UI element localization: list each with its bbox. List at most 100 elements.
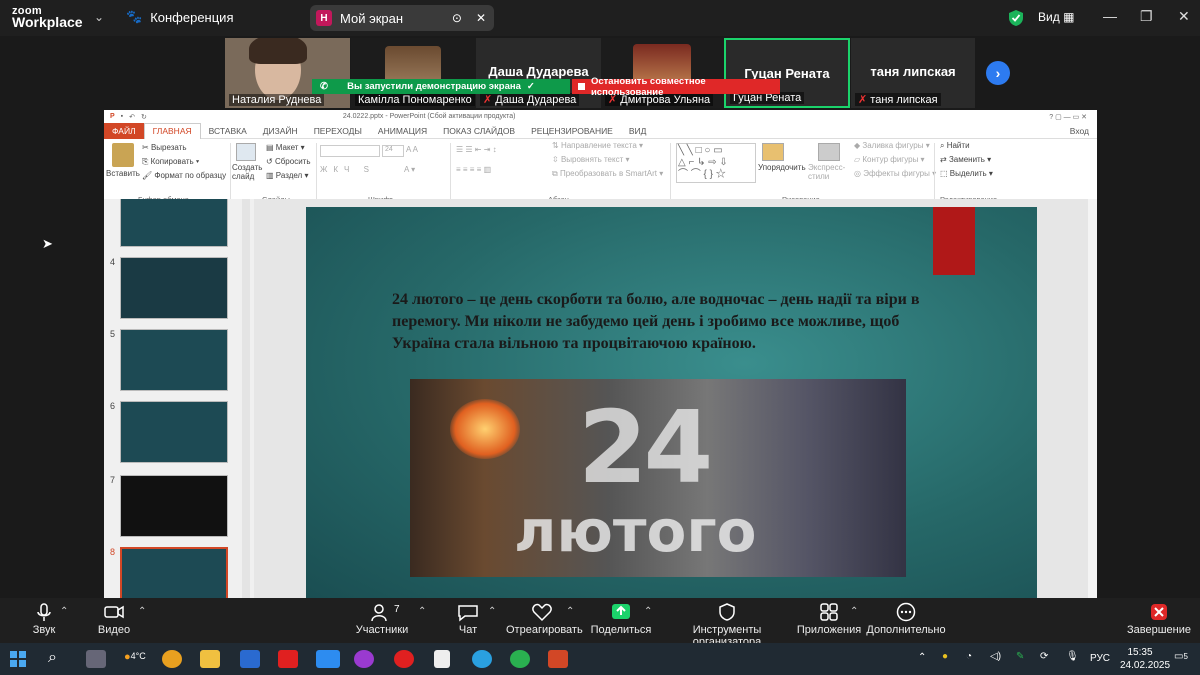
file-explorer-icon[interactable] xyxy=(200,650,220,668)
font-grow-icon[interactable]: A A xyxy=(406,145,418,154)
notification-button[interactable]: ▭5 xyxy=(1174,651,1188,662)
participant-tile[interactable]: таня липская ✗ таня липская xyxy=(851,38,975,108)
slide-thumbnail[interactable] xyxy=(120,257,228,319)
clock[interactable]: 15:35 24.02.2025 xyxy=(1120,646,1170,672)
powerpoint-taskbar-icon[interactable] xyxy=(548,650,568,668)
ppt-window-controls[interactable]: ? ▢ — ▭ ✕ xyxy=(1049,113,1087,121)
thumbnail-scrollbar[interactable] xyxy=(242,199,250,598)
task-view-icon[interactable] xyxy=(86,650,106,668)
participant-tile[interactable]: ✗ Дмитрова Ульяна xyxy=(601,38,724,108)
tray-app-icon[interactable]: ● xyxy=(942,651,948,662)
shape-outline-button[interactable]: ▱ Контур фигуры ▾ xyxy=(854,155,925,164)
browser-icon[interactable] xyxy=(354,650,374,668)
layout-button[interactable]: ▤ Макет ▾ xyxy=(266,143,305,152)
mic-tray-icon[interactable]: 🎙 xyxy=(1066,651,1079,662)
replace-button[interactable]: ⇄ Заменить ▾ xyxy=(940,155,991,164)
quick-styles-icon[interactable] xyxy=(818,143,840,161)
zoom-taskbar-icon[interactable] xyxy=(316,650,340,668)
slide-thumbnail-selected[interactable] xyxy=(120,547,228,598)
app-icon-triangle[interactable] xyxy=(162,650,182,668)
video-options-caret[interactable]: ⌃ xyxy=(138,606,146,617)
tab-file[interactable]: ФАЙЛ xyxy=(104,122,144,139)
share-options-caret[interactable]: ⌃ xyxy=(644,606,652,617)
new-slide-button[interactable]: Создать слайд xyxy=(232,163,262,181)
chevron-down-icon[interactable]: ⌄ xyxy=(94,10,104,24)
stop-share-button[interactable]: Остановить совместное использование xyxy=(572,76,780,98)
slide-thumbnail[interactable] xyxy=(120,401,228,463)
section-button[interactable]: ▥ Раздел ▾ xyxy=(266,171,308,180)
participants-options-caret[interactable]: ⌃ xyxy=(418,606,426,617)
arrange-icon[interactable] xyxy=(762,143,784,161)
close-icon[interactable]: ✕ xyxy=(476,11,486,25)
arrange-button[interactable]: Упорядочить xyxy=(758,163,806,172)
participant-tile-active[interactable]: Гуцан Рената Гуцан Рената xyxy=(724,38,850,108)
participant-tile[interactable]: Даша Дударева ✗ Даша Дударева xyxy=(476,38,601,108)
view-button[interactable]: Вид ▦ xyxy=(1038,10,1074,24)
format-painter-button[interactable]: 🖌 Формат по образцу xyxy=(142,171,226,180)
redo-icon[interactable]: ↻ xyxy=(141,113,147,121)
audio-button[interactable]: Звук xyxy=(24,602,64,636)
font-name-select[interactable] xyxy=(320,145,380,157)
screen-share-tab[interactable]: Н Мой экран ⊙ ✕ xyxy=(310,5,494,31)
font-color-icon[interactable]: A ▾ xyxy=(404,165,415,174)
chat-options-caret[interactable]: ⌃ xyxy=(488,606,496,617)
signin-link[interactable]: Вход xyxy=(1062,126,1097,136)
weather-widget[interactable]: ●4°C xyxy=(124,651,146,663)
share-button[interactable]: Поделиться xyxy=(590,602,652,636)
document-icon[interactable] xyxy=(434,650,450,668)
font-style-buttons[interactable]: ЖКЧ S xyxy=(320,165,375,174)
slide-thumbnail[interactable] xyxy=(120,475,228,537)
conference-menu[interactable]: 🐾 Конференция xyxy=(126,9,233,25)
current-slide[interactable]: 24 лютого – це день скорботи та болю, ал… xyxy=(306,207,1037,598)
telegram-icon[interactable] xyxy=(472,650,492,668)
slide-image[interactable]: 24 лютого xyxy=(410,379,906,577)
chat-button[interactable]: Чат xyxy=(450,602,486,636)
apps-options-caret[interactable]: ⌃ xyxy=(850,606,858,617)
windows-start-icon[interactable] xyxy=(10,651,26,667)
tab-design[interactable]: ДИЗАЙН xyxy=(255,126,306,136)
tab-home[interactable]: ГЛАВНАЯ xyxy=(143,122,201,139)
close-window-button[interactable]: ✕ xyxy=(1178,8,1190,25)
search-icon[interactable]: ⌕ xyxy=(48,649,57,667)
tab-transitions[interactable]: ПЕРЕХОДЫ xyxy=(306,126,370,136)
end-meeting-button[interactable]: Завершение xyxy=(1126,602,1192,636)
tab-insert[interactable]: ВСТАВКА xyxy=(201,126,255,136)
sync-icon[interactable]: ⟳ xyxy=(1040,651,1048,662)
more-button[interactable]: Дополнительно xyxy=(866,602,946,636)
participant-tile[interactable]: Камілла Пономаренко xyxy=(351,38,476,108)
shape-effects-button[interactable]: ◎ Эффекты фигуры ▾ xyxy=(854,169,936,178)
smartart-button[interactable]: ⧉ Преобразовать в SmartArt ▾ xyxy=(552,169,663,179)
new-slide-icon[interactable] xyxy=(236,143,256,161)
video-button[interactable]: Видео xyxy=(96,602,132,636)
audio-options-caret[interactable]: ⌃ xyxy=(60,606,68,617)
text-direction-button[interactable]: ⇅ Направление текста ▾ xyxy=(552,141,643,150)
chrome-icon[interactable] xyxy=(510,650,530,668)
slide-scrollbar[interactable] xyxy=(1088,199,1097,598)
opera-icon[interactable] xyxy=(394,650,414,668)
list-icons[interactable]: ☰ ☰ ⇤ ⇥ ↕ xyxy=(456,145,497,154)
wifi-icon[interactable]: ◔ xyxy=(966,651,972,662)
paste-icon[interactable] xyxy=(112,143,134,167)
save-icon[interactable]: ▪ xyxy=(121,113,123,120)
pen-icon[interactable]: ✎ xyxy=(1016,651,1024,662)
slide-thumbnail[interactable] xyxy=(120,329,228,391)
tray-overflow-icon[interactable]: ⌃ xyxy=(918,652,926,663)
react-options-caret[interactable]: ⌃ xyxy=(566,606,574,617)
tab-slideshow[interactable]: ПОКАЗ СЛАЙДОВ xyxy=(435,126,523,136)
copy-button[interactable]: ⎘ Копировать ▾ xyxy=(142,157,199,167)
paste-button[interactable]: Вставить xyxy=(106,169,140,178)
align-icons[interactable]: ≡ ≡ ≡ ≡ ▥ xyxy=(456,165,491,174)
gallery-next-button[interactable]: › xyxy=(986,61,1010,85)
tab-animations[interactable]: АНИМАЦИЯ xyxy=(370,126,435,136)
host-tools-button[interactable]: Инструменты организатора xyxy=(662,602,792,648)
youtube-icon[interactable] xyxy=(278,650,298,668)
volume-icon[interactable]: ◁) xyxy=(990,651,1001,662)
tab-view[interactable]: ВИД xyxy=(621,126,655,136)
reset-button[interactable]: ↺ Сбросить xyxy=(266,157,311,166)
align-text-button[interactable]: ⇳ Выровнять текст ▾ xyxy=(552,155,630,164)
font-size-select[interactable]: 24 xyxy=(382,145,404,157)
quick-styles-button[interactable]: Экспресс-стили xyxy=(808,163,852,181)
tab-review[interactable]: РЕЦЕНЗИРОВАНИЕ xyxy=(523,126,621,136)
participant-tile[interactable]: Наталия Руднева xyxy=(225,38,350,108)
shield-icon[interactable] xyxy=(1008,9,1024,27)
